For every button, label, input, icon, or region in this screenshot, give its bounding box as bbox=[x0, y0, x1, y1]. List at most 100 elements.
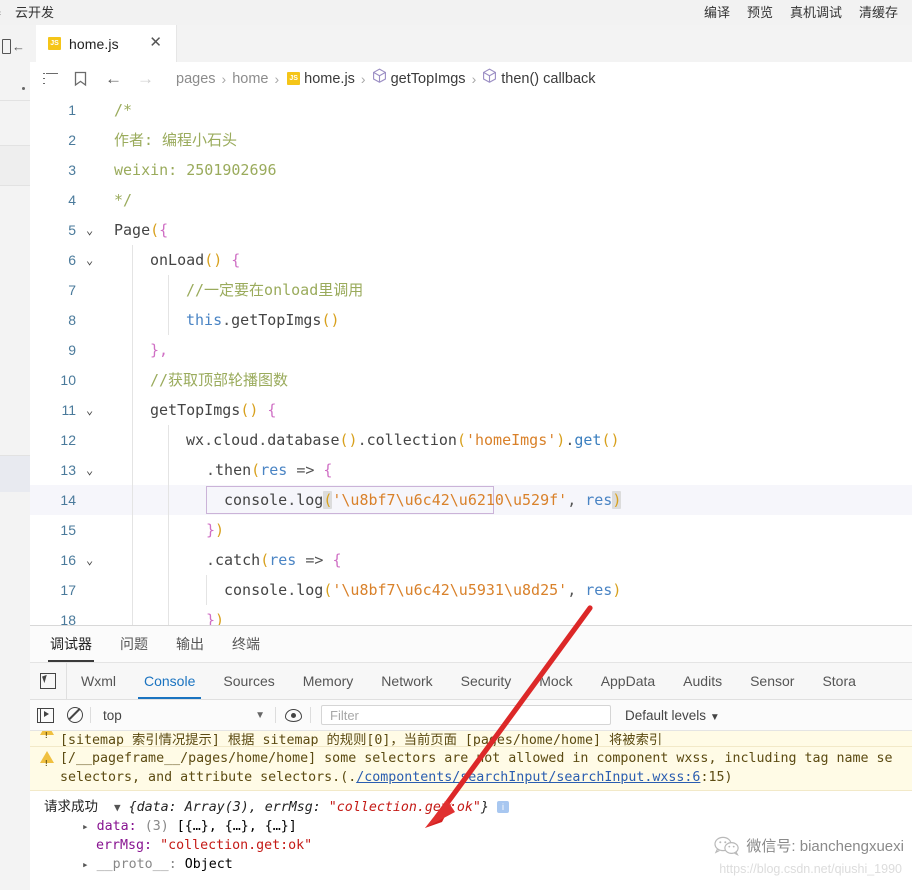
rail-segment-active[interactable] bbox=[0, 455, 30, 492]
line-number: 3 bbox=[30, 155, 76, 185]
code-editor[interactable]: 1 /* 2 作者: 编程小石头 3 weixin: 2501902696 4 … bbox=[30, 95, 912, 625]
menu-item-preview[interactable]: 预览 bbox=[747, 2, 773, 21]
watermark: 微信号: bianchengxuexi bbox=[714, 835, 904, 856]
devtools-tab-bar: Wxml Console Sources Memory Network Secu… bbox=[30, 663, 912, 700]
expand-triangle-icon[interactable]: ▼ bbox=[114, 801, 121, 814]
tab-appdata[interactable]: AppData bbox=[587, 663, 669, 699]
expand-triangle-icon[interactable]: ▸ bbox=[82, 858, 89, 871]
warning-icon bbox=[40, 731, 54, 735]
object-value: "collection.get:ok" bbox=[160, 838, 312, 853]
clear-console-icon[interactable] bbox=[60, 707, 90, 723]
fold-toggle-icon[interactable]: ⌄ bbox=[86, 245, 100, 275]
inspect-element-icon[interactable] bbox=[30, 663, 67, 699]
tab-audits[interactable]: Audits bbox=[669, 663, 736, 699]
tab-storage[interactable]: Stora bbox=[808, 663, 869, 699]
console-row-log[interactable]: 请求成功 ▼ {data: Array(3), errMsg: "collect… bbox=[30, 791, 912, 817]
tab-security[interactable]: Security bbox=[447, 663, 526, 699]
tab-problems[interactable]: 问题 bbox=[120, 626, 148, 662]
nav-forward-icon[interactable]: → bbox=[137, 69, 154, 89]
code-text: //一定要在onload里调用 bbox=[186, 275, 363, 305]
execution-context-icon[interactable] bbox=[30, 708, 60, 723]
bookmark-icon[interactable] bbox=[74, 71, 87, 87]
breadcrumb-item-home[interactable]: home bbox=[232, 71, 268, 87]
code-text: getTopImgs() { bbox=[150, 395, 276, 425]
menu-item-cloud-dev[interactable]: 云开发 bbox=[15, 2, 54, 21]
tab-mock[interactable]: Mock bbox=[525, 663, 586, 699]
breadcrumb-item-pages[interactable]: pages bbox=[176, 71, 216, 87]
console-row-warning[interactable]: [/__pageframe__/pages/home/home] some se… bbox=[30, 746, 912, 791]
tab-network[interactable]: Network bbox=[367, 663, 446, 699]
fold-toggle-icon[interactable]: ⌄ bbox=[86, 215, 100, 245]
editor-tab-home-js[interactable]: JS home.js ✕ bbox=[36, 25, 177, 62]
console-object-row-data[interactable]: ▸ data: (3) [{…}, {…}, {…}] bbox=[30, 817, 912, 836]
fold-toggle-icon[interactable]: ⌄ bbox=[86, 395, 100, 425]
line-number: 13 bbox=[30, 455, 76, 485]
context-selector[interactable]: top ▼ bbox=[95, 708, 275, 723]
expand-triangle-icon[interactable]: ▸ bbox=[82, 820, 89, 833]
code-line-active: 14 console.log('\u8bf7\u6c42\u6210\u529f… bbox=[30, 485, 912, 515]
menu-item-simulator[interactable]: 器 bbox=[0, 2, 1, 21]
menu-left-group: 器 云开发 bbox=[0, 2, 54, 21]
line-number: 17 bbox=[30, 575, 76, 605]
tab-debugger[interactable]: 调试器 bbox=[50, 626, 92, 662]
line-number: 15 bbox=[30, 515, 76, 545]
code-text: console.log('\u8bf7\u6c42\u5931\u8d25', … bbox=[224, 575, 621, 605]
code-text: onLoad() { bbox=[150, 245, 240, 275]
console-toolbar: top ▼ Filter Default levels ▼ bbox=[30, 700, 912, 731]
nav-back-icon[interactable]: ← bbox=[105, 69, 122, 89]
console-message-line2: selectors, and attribute selectors.(. bbox=[60, 770, 356, 785]
code-line: 1 /* bbox=[30, 95, 912, 125]
object-key: data: bbox=[97, 819, 137, 834]
menu-item-real-device-debug[interactable]: 真机调试 bbox=[790, 2, 842, 21]
tab-console[interactable]: Console bbox=[130, 663, 209, 699]
console-filter-input[interactable]: Filter bbox=[321, 705, 611, 725]
console-source-link[interactable]: /compontents/searchInput/searchInput.wxs… bbox=[356, 770, 700, 785]
code-line: 7 //一定要在onload里调用 bbox=[30, 275, 912, 305]
line-number: 2 bbox=[30, 125, 76, 155]
tab-output[interactable]: 输出 bbox=[176, 626, 204, 662]
code-text: /* bbox=[114, 95, 132, 125]
breadcrumb-separator: › bbox=[361, 71, 366, 87]
chevron-down-icon: ▼ bbox=[255, 710, 265, 721]
tab-sources[interactable]: Sources bbox=[209, 663, 288, 699]
breadcrumb-item-home-js[interactable]: home.js bbox=[304, 71, 355, 87]
code-text: weixin: 2501902696 bbox=[114, 155, 277, 185]
symbol-cube-icon bbox=[482, 68, 497, 89]
rail-segment-1 bbox=[0, 100, 30, 146]
tab-sensor[interactable]: Sensor bbox=[736, 663, 808, 699]
log-levels-dropdown[interactable]: Default levels ▼ bbox=[625, 708, 720, 723]
code-text: 作者: 编程小石头 bbox=[114, 125, 237, 155]
console-sidebar-eye-icon[interactable] bbox=[276, 709, 310, 722]
info-icon[interactable]: i bbox=[497, 801, 509, 813]
line-number: 9 bbox=[30, 335, 76, 365]
editor-tab-bar: JS home.js ✕ bbox=[30, 25, 912, 63]
line-number: 4 bbox=[30, 185, 76, 215]
menu-item-clear-cache[interactable]: 清缓存 bbox=[859, 2, 898, 21]
breadcrumb-separator: › bbox=[472, 71, 477, 87]
tab-terminal[interactable]: 终端 bbox=[232, 626, 260, 662]
code-line: 13 ⌄ .then(res => { bbox=[30, 455, 912, 485]
code-text: }, bbox=[150, 335, 168, 365]
app-root: 器 云开发 编译 预览 真机调试 清缓存 ← JS home.js ✕ bbox=[0, 0, 912, 890]
console-message-line2-tail: :15) bbox=[700, 770, 732, 785]
code-text: }) bbox=[206, 515, 224, 545]
line-number: 1 bbox=[30, 95, 76, 125]
array-length: (3) bbox=[145, 819, 169, 834]
code-line: 16 ⌄ .catch(res => { bbox=[30, 545, 912, 575]
fold-toggle-icon[interactable]: ⌄ bbox=[86, 545, 100, 575]
breadcrumb-item-then-callback[interactable]: then() callback bbox=[501, 71, 595, 87]
breadcrumb-item-gettopimgs[interactable]: getTopImgs bbox=[391, 71, 466, 87]
fold-toggle-icon[interactable]: ⌄ bbox=[86, 455, 100, 485]
tab-memory[interactable]: Memory bbox=[289, 663, 368, 699]
collapse-sidebar-icon[interactable]: ← bbox=[2, 39, 25, 54]
menu-item-compile[interactable]: 编译 bbox=[704, 2, 730, 21]
log-levels-label: Default levels bbox=[625, 708, 706, 723]
code-line: 6 ⌄ onLoad() { bbox=[30, 245, 912, 275]
close-icon[interactable]: ✕ bbox=[149, 35, 162, 51]
tab-wxml[interactable]: Wxml bbox=[67, 663, 130, 699]
line-number: 11 bbox=[30, 395, 76, 425]
chevron-down-icon: ▼ bbox=[710, 712, 720, 723]
rail-dot-indicator bbox=[22, 87, 25, 90]
console-row-sitemap[interactable]: [sitemap 索引情况提示] 根据 sitemap 的规则[0]，当前页面 … bbox=[30, 731, 912, 746]
outline-list-icon[interactable] bbox=[43, 73, 58, 85]
